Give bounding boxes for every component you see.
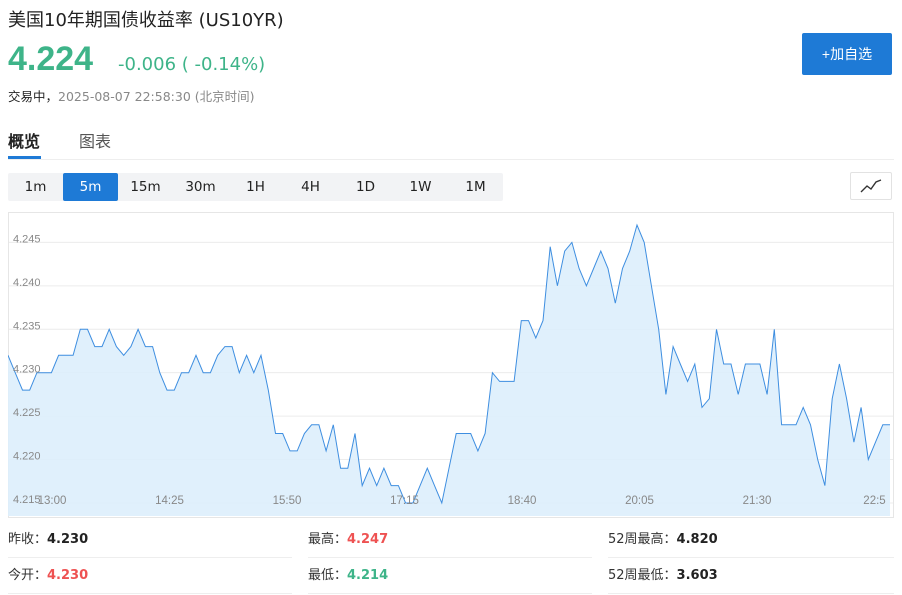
y-tick-label: 4.235 — [13, 320, 41, 332]
stat-label: 最低： — [308, 568, 348, 583]
security-title: 美国10年期国债收益率 (US10YR) — [8, 10, 284, 31]
y-tick-label: 4.225 — [13, 407, 41, 419]
stat-value: 4.214 — [347, 568, 389, 583]
period-5m[interactable]: 5m — [63, 173, 118, 201]
stat-value: 4.247 — [347, 532, 389, 547]
add-watchlist-button[interactable]: +加自选 — [802, 33, 892, 75]
stat-prev-close: 昨收：4.230 — [8, 522, 292, 558]
period-4h[interactable]: 4H — [283, 173, 338, 201]
price-change: -0.006 ( -0.14%) — [118, 54, 266, 75]
active-tab-indicator — [8, 156, 41, 159]
price-chart-svg: 4.215 4.220 4.225 4.230 4.235 4.240 4.245 13:00… — [8, 212, 894, 518]
y-tick-label: 4.230 — [13, 364, 41, 376]
x-tick-label: 18:40 — [508, 495, 537, 507]
stat-label: 今开： — [8, 568, 48, 583]
y-tick-label: 4.220 — [13, 451, 41, 463]
price-chart[interactable]: 4.215 4.220 4.225 4.230 4.235 4.240 4.245 13:00… — [8, 212, 894, 518]
y-tick-label: 4.240 — [13, 277, 41, 289]
x-tick-label: 21:30 — [743, 495, 772, 507]
x-tick-label: 15:50 — [273, 495, 302, 507]
y-tick-label: 4.245 — [13, 233, 41, 245]
line-chart-icon — [860, 179, 882, 193]
x-tick-label: 14:25 — [155, 495, 184, 507]
stat-high: 最高：4.247 — [308, 522, 592, 558]
x-tick-label: 20:05 — [625, 495, 654, 507]
stat-label: 昨收： — [8, 532, 48, 547]
stat-low: 最低：4.214 — [308, 558, 592, 594]
period-1h[interactable]: 1H — [228, 173, 283, 201]
stat-value: 4.820 — [676, 532, 718, 547]
x-tick-label: 17:15 — [390, 495, 419, 507]
period-selector: 1m 5m 15m 30m 1H 4H 1D 1W 1M — [8, 173, 503, 201]
stat-label: 52周最高： — [608, 532, 677, 547]
stat-open: 今开：4.230 — [8, 558, 292, 594]
current-price: 4.224 — [8, 40, 94, 78]
stat-value: 3.603 — [676, 568, 718, 583]
stat-52w-high: 52周最高：4.820 — [608, 522, 894, 558]
period-15m[interactable]: 15m — [118, 173, 173, 201]
x-tick-label: 22:5 — [863, 495, 885, 507]
y-tick-label: 4.215 — [13, 494, 41, 506]
timestamp: 2025-08-07 22:58:30 (北京时间) — [58, 89, 255, 104]
tab-bar: 概览 图表 — [8, 118, 894, 160]
stat-value: 4.230 — [47, 532, 89, 547]
stat-value: 4.230 — [47, 568, 89, 583]
trading-status: 交易中，2025-08-07 22:58:30 (北京时间) — [8, 86, 255, 105]
chart-type-button[interactable] — [850, 172, 892, 200]
trading-state: 交易中， — [8, 89, 59, 104]
stat-52w-low: 52周最低：3.603 — [608, 558, 894, 594]
period-1d[interactable]: 1D — [338, 173, 393, 201]
tab-overview[interactable]: 概览 — [8, 128, 40, 152]
x-tick-label: 13:00 — [38, 495, 67, 507]
stat-label: 52周最低： — [608, 568, 677, 583]
period-1w[interactable]: 1W — [393, 173, 448, 201]
stat-label: 最高： — [308, 532, 348, 547]
period-30m[interactable]: 30m — [173, 173, 228, 201]
period-1m[interactable]: 1m — [8, 173, 63, 201]
stats-grid: 昨收：4.230 最高：4.247 52周最高：4.820 今开：4.230 最… — [8, 522, 894, 594]
period-1mo[interactable]: 1M — [448, 173, 503, 201]
tab-chart[interactable]: 图表 — [79, 128, 111, 152]
